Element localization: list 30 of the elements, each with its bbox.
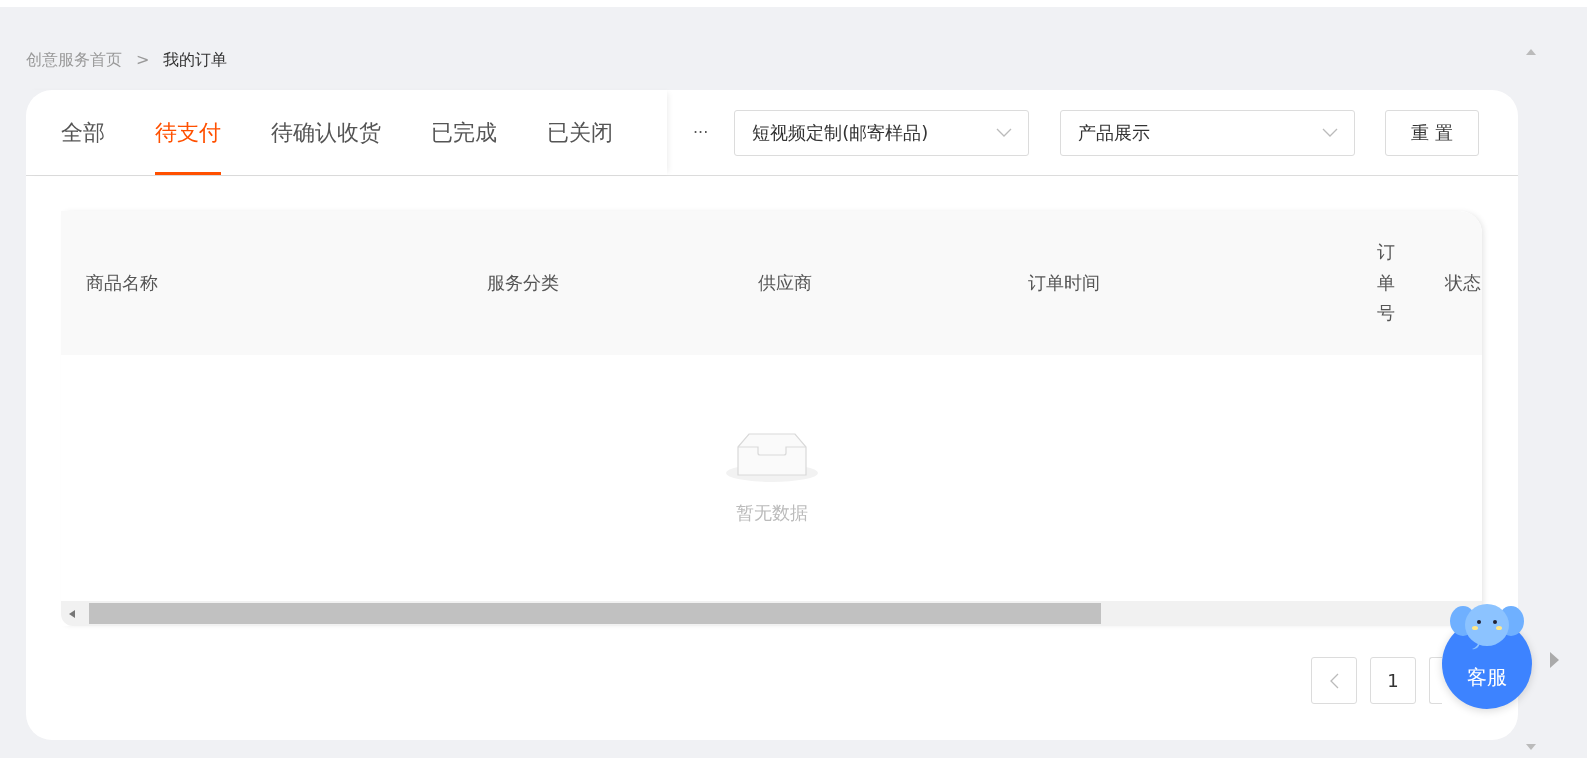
column-header: 状态 [1444,271,1482,295]
more-button[interactable]: ··· [693,123,709,142]
scroll-right-icon[interactable] [1550,652,1559,668]
column-header: 供应商 [757,271,813,295]
next-page-button[interactable] [1429,657,1442,704]
column-header: 服务分类 [486,271,560,295]
scrollbar-thumb[interactable] [89,603,1101,624]
empty-message: 暂无数据 [735,501,808,525]
status-tab[interactable]: 待确认收货 [271,90,381,175]
column-header: 订单号 [1377,240,1395,326]
horizontal-scrollbar[interactable] [61,601,1482,626]
customer-service-button[interactable]: 客服 [1442,603,1532,709]
status-tab[interactable]: 已关闭 [547,90,613,175]
scroll-down-icon[interactable] [1526,744,1536,750]
filter-select[interactable]: 短视频定制(邮寄样品) [734,109,1030,156]
reset-button[interactable]: 重 置 [1385,109,1480,156]
column-header: 订单时间 [1027,271,1101,295]
previous-page-button[interactable] [1311,657,1357,704]
chevron-down-icon [996,127,1013,138]
page-button[interactable]: 1 [1370,657,1416,704]
status-tab[interactable]: 已完成 [431,90,497,175]
status-tab[interactable]: 全部 [61,90,105,175]
scroll-up-icon[interactable] [1526,49,1536,55]
breadcrumb-current: 我的订单 [163,50,228,71]
filter-select[interactable]: 产品展示 [1060,109,1356,156]
scroll-left-icon[interactable] [69,609,75,618]
breadcrumb-separator: > [136,50,150,69]
chevron-left-icon [1329,672,1339,689]
column-header: 商品名称 [85,271,159,295]
chevron-down-icon [1322,127,1339,138]
